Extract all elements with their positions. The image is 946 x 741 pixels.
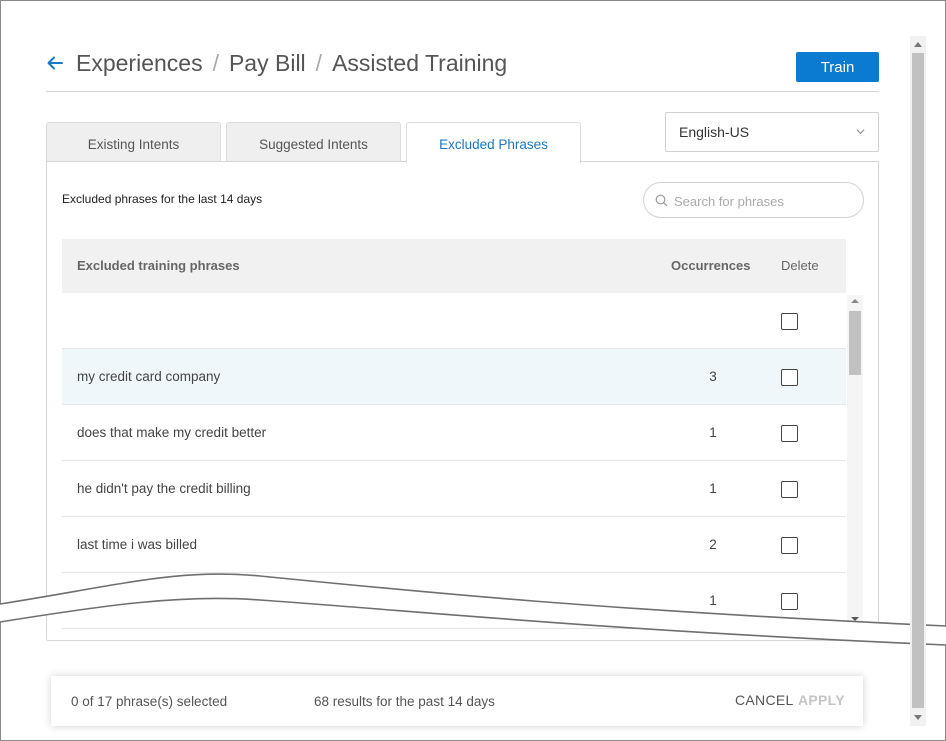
selected-count-text: 0 of 17 phrase(s) selected (71, 694, 228, 709)
delete-checkbox[interactable] (781, 593, 798, 610)
delete-checkbox[interactable] (781, 481, 798, 498)
chevron-down-icon (856, 129, 865, 135)
scroll-down-arrow-icon[interactable] (914, 715, 922, 720)
delete-checkbox[interactable] (781, 369, 798, 386)
table-row (62, 293, 846, 349)
scroll-down-arrow-icon[interactable] (851, 617, 859, 621)
table-row: my credit card company 3 (62, 349, 846, 405)
breadcrumb-pay-bill[interactable]: Pay Bill (229, 50, 306, 76)
row-occurrences: 3 (709, 369, 717, 384)
back-arrow-icon[interactable] (46, 54, 64, 72)
row-occurrences: 1 (709, 425, 717, 440)
delete-checkbox[interactable] (781, 425, 798, 442)
breadcrumb-assisted-training: Assisted Training (332, 50, 508, 76)
row-phrase: last time i was billed (77, 537, 198, 552)
tab-excluded-phrases[interactable]: Excluded Phrases (406, 122, 581, 163)
breadcrumb-separator: / (212, 50, 219, 76)
row-occurrences: 1 (709, 481, 717, 496)
page-scrollbar-thumb[interactable] (912, 53, 924, 708)
row-phrase: my credit card company (77, 369, 221, 384)
row-phrase: does that make my credit better (77, 425, 267, 440)
table-row: he didn't pay the credit billing 1 (62, 461, 846, 517)
delete-checkbox[interactable] (781, 313, 798, 330)
train-button[interactable]: Train (796, 52, 879, 82)
tab-existing-intents[interactable]: Existing Intents (46, 122, 221, 162)
language-select-value: English-US (679, 124, 750, 140)
search-icon (655, 194, 668, 207)
breadcrumb-experiences[interactable]: Experiences (76, 50, 203, 76)
excluded-phrases-panel: Excluded phrases for the last 14 days Ex… (46, 161, 879, 641)
row-phrase: he didn't pay the credit billing (77, 481, 251, 496)
breadcrumb-separator: / (315, 50, 323, 76)
search-box[interactable] (643, 182, 864, 218)
table-body: my credit card company 3 does that make … (62, 293, 846, 633)
panel-caption: Excluded phrases for the last 14 days (62, 192, 263, 206)
page-scrollbar[interactable] (910, 36, 926, 726)
apply-button[interactable]: APPLY (798, 692, 845, 708)
selection-footer: 0 of 17 phrase(s) selected 68 results fo… (51, 676, 863, 726)
table-row: does that make my credit better 1 (62, 405, 846, 461)
search-input[interactable] (674, 191, 854, 211)
cancel-button[interactable]: CANCEL (735, 692, 794, 708)
page-header: Experiences / Pay Bill / Assisted Training T… (46, 44, 879, 92)
table-row: 1 (62, 573, 846, 629)
table-scrollbar[interactable] (847, 295, 863, 625)
table-scrollbar-thumb[interactable] (849, 311, 861, 375)
table-header: Excluded training phrases Occurrences De… (62, 239, 846, 293)
delete-checkbox[interactable] (781, 537, 798, 554)
table-row: last time i was billed 2 (62, 517, 846, 573)
scroll-up-arrow-icon[interactable] (914, 42, 922, 47)
breadcrumb: Experiences / Pay Bill / Assisted Training (76, 50, 507, 77)
column-header-occurrences[interactable]: Occurrences (671, 258, 751, 273)
row-occurrences: 1 (709, 593, 717, 608)
column-header-phrases[interactable]: Excluded training phrases (77, 258, 240, 273)
language-select[interactable]: English-US (665, 112, 879, 152)
scroll-up-arrow-icon[interactable] (851, 299, 859, 303)
column-header-delete: Delete (781, 258, 819, 273)
row-occurrences: 2 (709, 537, 717, 552)
tab-suggested-intents[interactable]: Suggested Intents (226, 122, 401, 162)
results-count-text: 68 results for the past 14 days (314, 694, 495, 709)
